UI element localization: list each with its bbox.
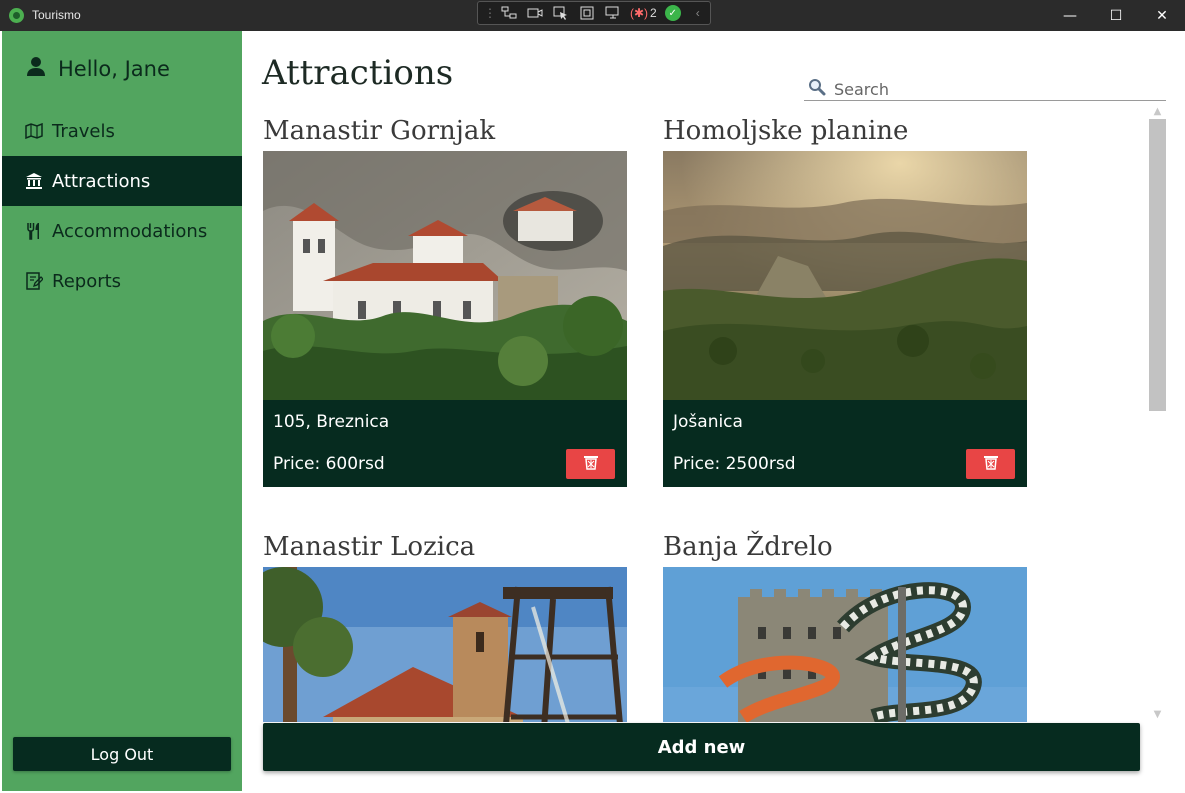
display-layout-icon[interactable]: [578, 5, 596, 21]
collapse-toolbar-icon[interactable]: ‹: [689, 5, 707, 21]
attraction-name: Banja Ždrelo: [663, 532, 833, 562]
attraction-info: 105, Breznica Price: 600rsd: [263, 400, 627, 487]
attraction-price: Price: 600rsd: [273, 454, 385, 474]
monastery-forest-photo: [263, 567, 627, 722]
page-title: Attractions: [262, 53, 454, 93]
sidebar-item-label: Attractions: [52, 170, 151, 192]
select-element-icon[interactable]: [552, 5, 570, 21]
check-ok-icon[interactable]: ✓: [664, 5, 681, 21]
museum-icon: [25, 172, 43, 190]
sidebar-item-label: Accommodations: [52, 220, 208, 242]
user-greeting: Hello, Jane: [26, 56, 170, 81]
monastery-cliff-photo: [263, 151, 627, 400]
sidebar-item-travels[interactable]: Travels: [2, 106, 242, 156]
trash-icon: [983, 454, 999, 474]
search-icon: [808, 78, 826, 100]
maximize-button[interactable]: ☐: [1093, 0, 1139, 31]
user-icon: [26, 56, 46, 81]
map-icon: [25, 122, 43, 140]
add-new-button[interactable]: Add new: [263, 723, 1140, 771]
window-title: Tourismo: [32, 8, 81, 22]
cutlery-icon: [25, 222, 43, 240]
attraction-card[interactable]: Manastir Lozica: [263, 527, 627, 722]
delete-button[interactable]: [966, 449, 1015, 479]
delete-button[interactable]: [566, 449, 615, 479]
sidebar-item-label: Reports: [52, 270, 122, 292]
attraction-address: 105, Breznica: [273, 412, 390, 432]
video-camera-icon[interactable]: [526, 5, 544, 21]
window-titlebar: Tourismo ⋮ (✱) 2 ✓ ‹ — ☐ ✕: [0, 0, 1185, 31]
attractions-grid: Manastir Gornjak 105, Breznica Price: 60…: [262, 110, 1148, 722]
sidebar-item-attractions[interactable]: Attractions: [2, 156, 242, 206]
attraction-card[interactable]: Homoljske planine Jošanica Price: 2500rs…: [663, 111, 1027, 487]
sidebar-item-accommodations[interactable]: Accommodations: [2, 206, 242, 256]
track-focus-icon[interactable]: [604, 5, 622, 21]
window-controls: — ☐ ✕: [1047, 0, 1185, 31]
attraction-price: Price: 2500rsd: [673, 454, 796, 474]
close-button[interactable]: ✕: [1139, 0, 1185, 31]
vertical-scrollbar[interactable]: ▲ ▼: [1149, 103, 1166, 722]
attraction-name: Manastir Lozica: [263, 532, 476, 562]
sidebar-item-reports[interactable]: Reports: [2, 256, 242, 306]
scroll-thumb[interactable]: [1149, 119, 1166, 411]
debug-toolbar: ⋮ (✱) 2 ✓ ‹: [477, 1, 711, 25]
binding-failures-icon[interactable]: (✱) 2: [630, 5, 657, 21]
attraction-name: Manastir Gornjak: [263, 116, 496, 146]
attraction-card[interactable]: Banja Ždrelo: [663, 527, 1027, 722]
attraction-info: Jošanica Price: 2500rsd: [663, 400, 1027, 487]
binding-failures-count: 2: [650, 6, 657, 20]
logout-button[interactable]: Log Out: [13, 737, 231, 771]
mountain-sunset-photo: [663, 151, 1027, 400]
scroll-down-arrow-icon[interactable]: ▼: [1149, 706, 1166, 722]
grip-icon: ⋮: [484, 6, 496, 20]
attraction-card[interactable]: Manastir Gornjak 105, Breznica Price: 60…: [263, 111, 627, 487]
minimize-button[interactable]: —: [1047, 0, 1093, 31]
attraction-name: Homoljske planine: [663, 116, 909, 146]
greeting-text: Hello, Jane: [58, 56, 170, 81]
search-box: [804, 78, 1166, 101]
search-input[interactable]: [834, 79, 1154, 99]
app-logo-icon: [9, 8, 24, 23]
scroll-up-arrow-icon[interactable]: ▲: [1149, 103, 1166, 119]
report-icon: [25, 272, 43, 290]
trash-icon: [583, 454, 599, 474]
waterpark-castle-photo: [663, 567, 1027, 722]
sidebar: Hello, Jane Travels Attractions Accommod…: [2, 31, 242, 791]
live-tree-icon[interactable]: [500, 5, 518, 21]
sidebar-item-label: Travels: [52, 120, 115, 142]
attraction-address: Jošanica: [673, 412, 743, 432]
